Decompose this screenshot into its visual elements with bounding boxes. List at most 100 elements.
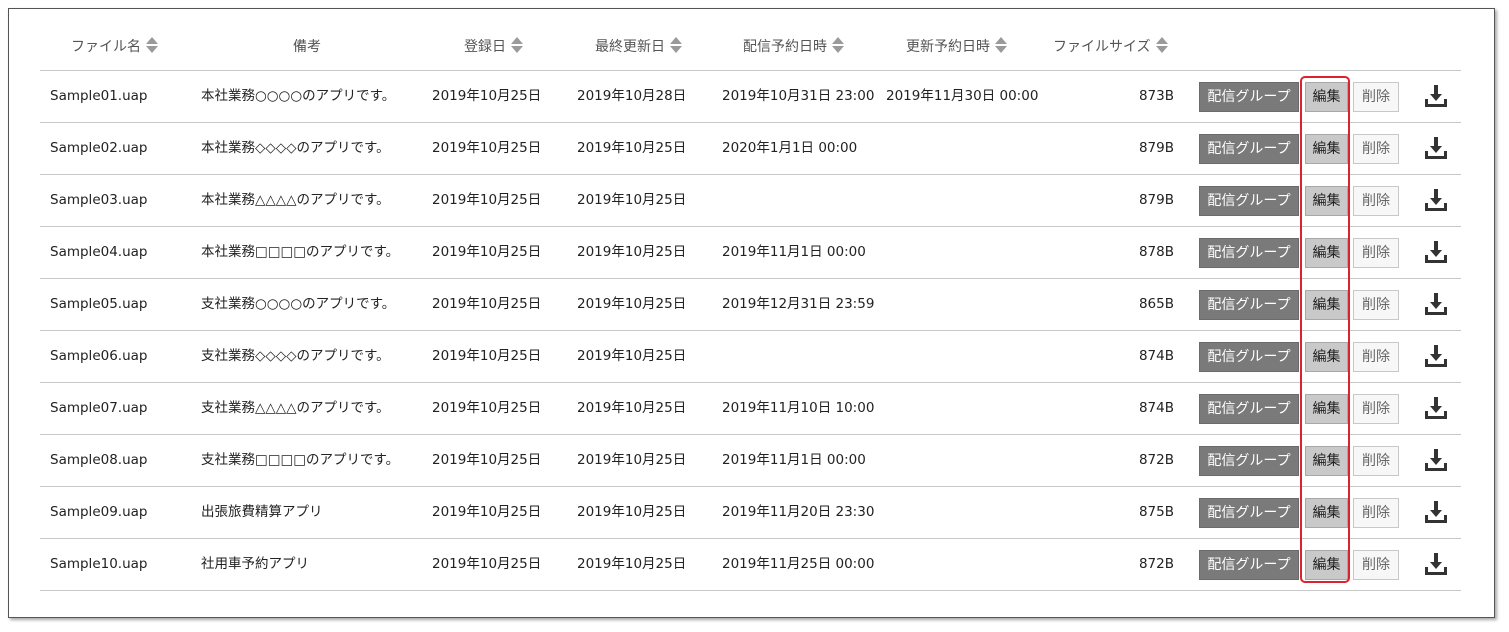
table-row: Sample01.uap 本社業務○○○○のアプリです。 2019年10月25日 20… [40, 71, 1461, 123]
edit-button[interactable]: 編集 [1305, 394, 1348, 424]
last-updated-date: 2019年10月25日 [577, 296, 687, 312]
download-icon[interactable] [1423, 83, 1449, 109]
table-row: Sample06.uap 支社業務◇◇◇◇のアプリです。 2019年10月25日 20… [40, 331, 1461, 383]
file-note: 本社業務△△△△のアプリです。 [201, 192, 390, 208]
file-note: 出張旅費精算アプリ [201, 504, 323, 520]
delete-button[interactable]: 削除 [1353, 134, 1399, 164]
download-icon[interactable] [1423, 395, 1449, 421]
distribution-group-button[interactable]: 配信グループ [1199, 342, 1299, 372]
delete-button[interactable]: 削除 [1353, 82, 1399, 112]
download-icon[interactable] [1423, 135, 1449, 161]
download-icon[interactable] [1423, 239, 1449, 265]
header-note: 備考 [293, 27, 321, 70]
header-last-updated[interactable]: 最終更新日 [595, 27, 682, 70]
distribution-group-button[interactable]: 配信グループ [1199, 498, 1299, 528]
download-icon[interactable] [1423, 551, 1449, 577]
delete-button[interactable]: 削除 [1353, 290, 1399, 320]
edit-button[interactable]: 編集 [1305, 342, 1348, 372]
sort-arrows-icon[interactable] [832, 37, 844, 53]
edit-button[interactable]: 編集 [1305, 550, 1348, 580]
sort-arrows-icon[interactable] [146, 37, 158, 53]
edit-button[interactable]: 編集 [1305, 134, 1348, 164]
registered-date: 2019年10月25日 [432, 88, 542, 104]
file-name: Sample02.uap [50, 140, 148, 156]
file-size: 872B [1138, 452, 1174, 468]
file-note: 支社業務△△△△のアプリです。 [201, 400, 390, 416]
distribution-scheduled-datetime: 2019年11月25日 00:00 [722, 556, 875, 572]
header-distribution-scheduled[interactable]: 配信予約日時 [743, 27, 844, 70]
file-size: 875B [1138, 504, 1174, 520]
last-updated-date: 2019年10月28日 [577, 88, 687, 104]
distribution-group-button[interactable]: 配信グループ [1199, 186, 1299, 216]
download-icon[interactable] [1423, 343, 1449, 369]
table-row: Sample09.uap 出張旅費精算アプリ 2019年10月25日 2019年10月… [40, 487, 1461, 539]
download-icon[interactable] [1423, 187, 1449, 213]
table-row: Sample02.uap 本社業務◇◇◇◇のアプリです。 2019年10月25日 20… [40, 123, 1461, 175]
header-registered[interactable]: 登録日 [464, 27, 523, 70]
file-note: 本社業務□□□□のアプリです。 [201, 244, 400, 260]
distribution-group-button[interactable]: 配信グループ [1199, 238, 1299, 268]
distribution-group-button[interactable]: 配信グループ [1199, 82, 1299, 112]
header-file-name[interactable]: ファイル名 [71, 27, 158, 70]
sort-arrows-icon[interactable] [995, 37, 1007, 53]
registered-date: 2019年10月25日 [432, 192, 542, 208]
edit-button[interactable]: 編集 [1305, 498, 1348, 528]
last-updated-date: 2019年10月25日 [577, 140, 687, 156]
distribution-group-button[interactable]: 配信グループ [1199, 290, 1299, 320]
distribution-group-button[interactable]: 配信グループ [1199, 550, 1299, 580]
last-updated-date: 2019年10月25日 [577, 348, 687, 364]
header-last-updated-label: 最終更新日 [595, 39, 665, 55]
header-update-scheduled[interactable]: 更新予約日時 [906, 27, 1007, 70]
registered-date: 2019年10月25日 [432, 400, 542, 416]
file-note: 支社業務○○○○のアプリです。 [201, 296, 396, 312]
sort-arrows-icon[interactable] [1155, 37, 1168, 53]
last-updated-date: 2019年10月25日 [577, 400, 687, 416]
distribution-scheduled-datetime: 2019年11月1日 00:00 [722, 452, 866, 468]
distribution-scheduled-datetime: 2019年12月31日 23:59 [722, 296, 875, 312]
delete-button[interactable]: 削除 [1353, 342, 1399, 372]
distribution-scheduled-datetime: 2019年10月31日 23:00 [722, 88, 875, 104]
file-note: 本社業務○○○○のアプリです。 [201, 88, 396, 104]
edit-button[interactable]: 編集 [1305, 290, 1348, 320]
sort-arrows-icon[interactable] [511, 37, 523, 53]
file-name: Sample09.uap [50, 504, 148, 520]
file-name: Sample04.uap [50, 244, 148, 260]
distribution-scheduled-datetime: 2020年1月1日 00:00 [722, 140, 858, 156]
file-name: Sample05.uap [50, 296, 148, 312]
file-size: 878B [1138, 244, 1174, 260]
distribution-group-button[interactable]: 配信グループ [1199, 446, 1299, 476]
header-update-scheduled-label: 更新予約日時 [906, 39, 990, 55]
download-icon[interactable] [1423, 499, 1449, 525]
update-scheduled-datetime: 2019年11月30日 00:00 [886, 88, 1039, 104]
sort-arrows-icon[interactable] [670, 37, 682, 53]
delete-button[interactable]: 削除 [1353, 394, 1399, 424]
distribution-group-button[interactable]: 配信グループ [1199, 394, 1299, 424]
distribution-scheduled-datetime: 2019年11月10日 10:00 [722, 400, 875, 416]
header-file-size-label: ファイルサイズ [1053, 39, 1151, 55]
delete-button[interactable]: 削除 [1353, 498, 1399, 528]
file-table-body: Sample01.uap 本社業務○○○○のアプリです。 2019年10月25日 20… [40, 71, 1461, 591]
delete-button[interactable]: 削除 [1353, 446, 1399, 476]
file-name: Sample10.uap [50, 556, 148, 572]
edit-button[interactable]: 編集 [1305, 82, 1348, 112]
registered-date: 2019年10月25日 [432, 296, 542, 312]
download-icon[interactable] [1423, 291, 1449, 317]
edit-button[interactable]: 編集 [1305, 238, 1348, 268]
file-note: 社用車予約アプリ [201, 556, 309, 572]
distribution-scheduled-datetime: 2019年11月1日 00:00 [722, 244, 866, 260]
delete-button[interactable]: 削除 [1353, 550, 1399, 580]
delete-button[interactable]: 削除 [1353, 238, 1399, 268]
delete-button[interactable]: 削除 [1353, 186, 1399, 216]
last-updated-date: 2019年10月25日 [577, 452, 687, 468]
edit-button[interactable]: 編集 [1305, 446, 1348, 476]
distribution-group-button[interactable]: 配信グループ [1199, 134, 1299, 164]
registered-date: 2019年10月25日 [432, 140, 542, 156]
download-icon[interactable] [1423, 447, 1449, 473]
table-row: Sample08.uap 支社業務□□□□のアプリです。 2019年10月25日 20… [40, 435, 1461, 487]
header-file-size[interactable]: ファイルサイズ [1053, 27, 1168, 70]
edit-button[interactable]: 編集 [1305, 186, 1348, 216]
header-distribution-scheduled-label: 配信予約日時 [743, 39, 827, 55]
last-updated-date: 2019年10月25日 [577, 192, 687, 208]
file-name: Sample07.uap [50, 400, 148, 416]
file-size: 879B [1138, 192, 1174, 208]
